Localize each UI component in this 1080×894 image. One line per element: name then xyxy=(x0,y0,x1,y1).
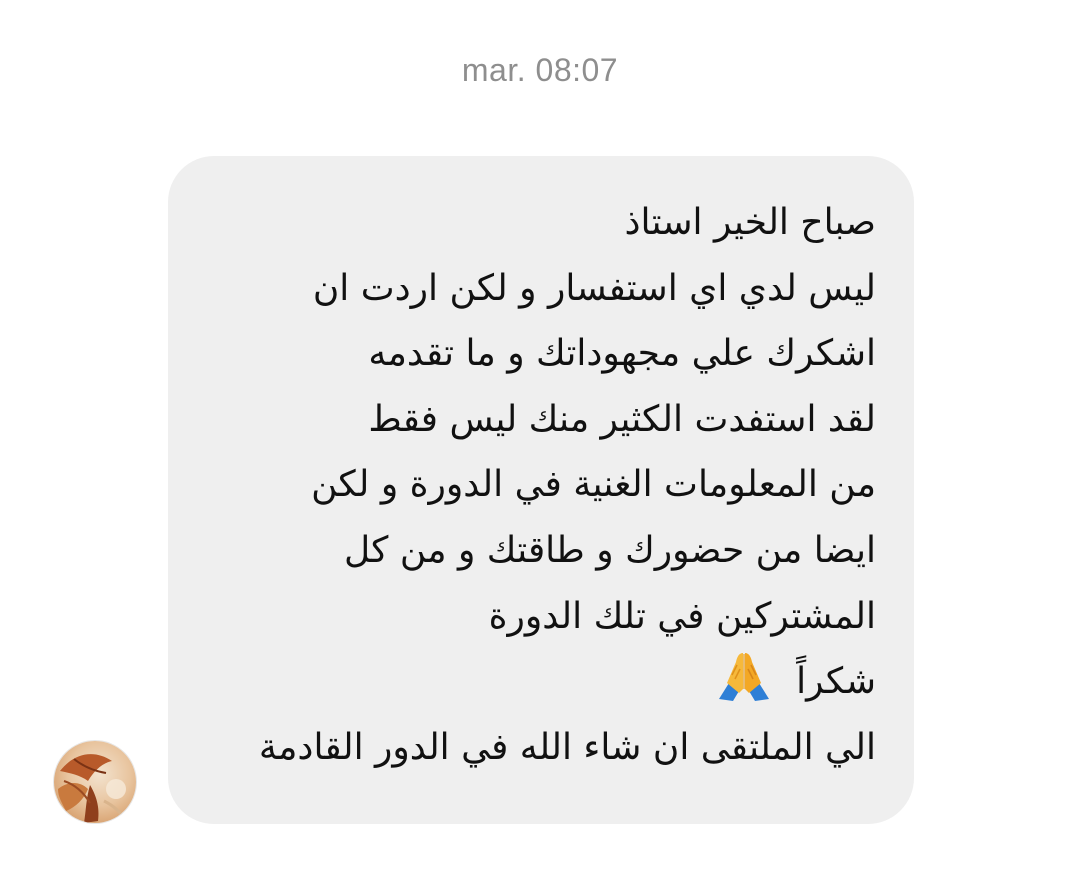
sender-avatar[interactable] xyxy=(54,741,136,823)
message-text: صباح الخير استاذ ليس لدي اي استفسار و لك… xyxy=(206,190,876,780)
message-line: صباح الخير استاذ xyxy=(624,202,877,243)
folded-hands-icon xyxy=(715,649,773,702)
message-line-thanks: شكراً xyxy=(206,649,876,715)
avatar-photo xyxy=(54,741,136,823)
message-line: ايضا من حضورك و طاقتك و من كل xyxy=(343,529,876,571)
message-bubble[interactable]: صباح الخير استاذ ليس لدي اي استفسار و لك… xyxy=(168,156,914,824)
message-line: ليس لدي اي استفسار و لكن اردت ان xyxy=(312,267,876,309)
message-line: لقد استفدت الكثير منك ليس فقط xyxy=(368,398,876,440)
message-timestamp: mar. 08:07 xyxy=(461,52,619,88)
thanks-text: شكراً xyxy=(796,661,876,703)
message-line: اشكرك علي مجهوداتك و ما تقدمه xyxy=(368,333,876,375)
message-line: من المعلومات الغنية في الدورة و لكن xyxy=(311,464,876,506)
message-line: الي الملتقى ان شاء الله في الدور القادمة xyxy=(258,726,876,768)
message-line: المشتركين في تلك الدورة xyxy=(488,595,876,637)
